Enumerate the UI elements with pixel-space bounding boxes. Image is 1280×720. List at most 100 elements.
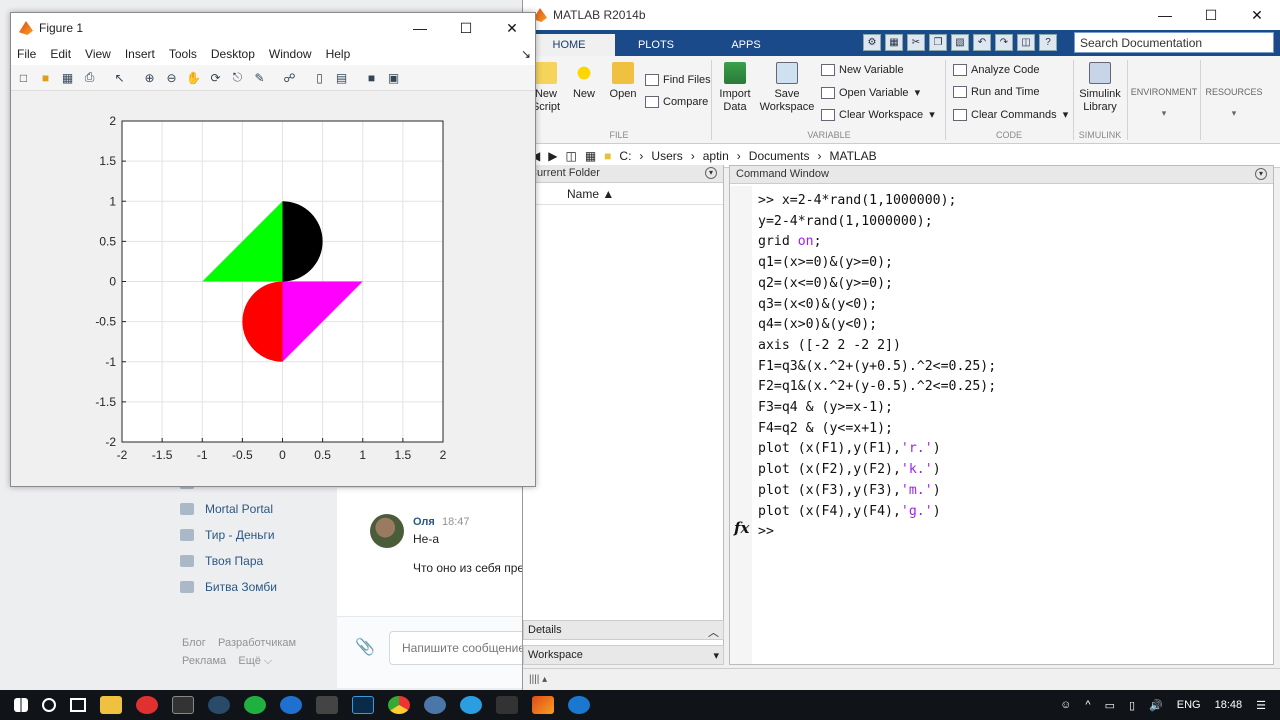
forward-icon[interactable]: ▶ bbox=[548, 149, 557, 163]
pan-icon[interactable]: ✋ bbox=[185, 70, 202, 86]
windows-start-icon[interactable] bbox=[14, 698, 28, 712]
redo-icon[interactable]: ↷ bbox=[995, 34, 1013, 51]
colorbar-icon[interactable]: ▯ bbox=[311, 70, 328, 86]
chevron-down-icon[interactable]: ▾ bbox=[1255, 168, 1267, 180]
close-icon[interactable]: ✕ bbox=[489, 13, 535, 43]
search-documentation-input[interactable]: Search Documentation bbox=[1074, 32, 1274, 53]
tray-chevron-icon[interactable]: ^ bbox=[1085, 699, 1090, 711]
tab-apps[interactable]: APPS bbox=[700, 34, 792, 56]
cut-icon[interactable]: ✂ bbox=[907, 34, 925, 51]
clear-workspace-button[interactable]: Clear Workspace ▾ bbox=[821, 108, 935, 121]
command-window-text[interactable]: >> x=2-4*rand(1,1000000); y=2-4*rand(1,1… bbox=[758, 191, 996, 543]
chevron-up-icon[interactable]: ︿ bbox=[708, 624, 719, 640]
save-icon[interactable]: ▦ bbox=[885, 34, 903, 51]
vk-icon[interactable] bbox=[424, 696, 446, 714]
people-icon[interactable]: ☺ bbox=[1060, 699, 1071, 711]
footer-link-more[interactable]: Ещё ⌵ bbox=[238, 655, 272, 667]
hide-tools-icon[interactable]: ■ bbox=[363, 70, 380, 86]
tab-home[interactable]: HOME bbox=[523, 34, 615, 56]
path-segment[interactable]: aptin bbox=[703, 149, 729, 163]
compare-button[interactable]: Compare bbox=[645, 96, 708, 108]
matlab-taskbar-icon[interactable] bbox=[532, 696, 554, 714]
up-folder-icon[interactable]: ◫ bbox=[565, 149, 576, 163]
battery-icon[interactable]: ▭ bbox=[1105, 699, 1115, 712]
find-files-button[interactable]: Find Files bbox=[645, 74, 711, 86]
copy-icon[interactable]: ❐ bbox=[929, 34, 947, 51]
menu-desktop[interactable]: Desktop bbox=[211, 47, 255, 61]
footer-link-ads[interactable]: Реклама bbox=[182, 655, 226, 667]
network-icon[interactable]: ▯ bbox=[1129, 699, 1135, 712]
paperclip-icon[interactable]: 📎 bbox=[355, 637, 375, 657]
chrome-icon[interactable] bbox=[388, 696, 410, 714]
chevron-down-icon[interactable]: ▾ bbox=[713, 649, 719, 662]
app-green-icon[interactable] bbox=[244, 696, 266, 714]
nav-item-tvoya-para[interactable]: Твоя Пара bbox=[180, 548, 320, 574]
new-figure-icon[interactable]: □ bbox=[15, 70, 32, 86]
open-file-icon[interactable]: ■ bbox=[37, 70, 54, 86]
task-view-icon[interactable] bbox=[70, 698, 86, 712]
clock[interactable]: 18:48 bbox=[1215, 699, 1243, 711]
open-variable-button[interactable]: Open Variable ▾ bbox=[821, 86, 920, 99]
fx-icon[interactable]: fx bbox=[734, 519, 749, 537]
paste-icon[interactable]: ▧ bbox=[951, 34, 969, 51]
save-icon[interactable]: ▦ bbox=[59, 70, 76, 86]
maximize-icon[interactable]: ☐ bbox=[1188, 0, 1234, 30]
message-author[interactable]: Оля bbox=[413, 516, 435, 528]
clear-commands-button[interactable]: Clear Commands ▾ bbox=[953, 108, 1068, 121]
avatar[interactable] bbox=[370, 514, 404, 548]
find-icon[interactable]: ⚙ bbox=[863, 34, 881, 51]
chevron-down-icon[interactable]: ▾ bbox=[705, 167, 717, 179]
edit-plot-icon[interactable]: ↖ bbox=[111, 70, 128, 86]
volume-icon[interactable]: 🔊 bbox=[1149, 699, 1163, 712]
details-panel-header[interactable]: Details ︿ bbox=[523, 620, 724, 640]
path-segment[interactable]: Documents bbox=[749, 149, 810, 163]
menu-file[interactable]: File bbox=[17, 47, 36, 61]
app-blue-icon[interactable] bbox=[280, 696, 302, 714]
workspace-panel-header[interactable]: Workspace ▾ bbox=[523, 645, 724, 665]
link-icon[interactable]: ☍ bbox=[281, 70, 298, 86]
minimize-icon[interactable]: — bbox=[397, 13, 443, 43]
telegram-icon[interactable] bbox=[460, 696, 482, 714]
epic-games-icon[interactable] bbox=[172, 696, 194, 714]
dock-arrow-icon[interactable]: ↘ bbox=[521, 47, 531, 61]
show-tools-icon[interactable]: ▣ bbox=[385, 70, 402, 86]
tab-plots[interactable]: PLOTS bbox=[610, 34, 702, 56]
menu-help[interactable]: Help bbox=[326, 47, 351, 61]
nav-item-bitva-zombi[interactable]: Битва Зомби bbox=[180, 574, 320, 600]
run-and-time-button[interactable]: Run and Time bbox=[953, 86, 1039, 98]
command-prompt[interactable]: >> bbox=[758, 524, 774, 539]
save-workspace-button[interactable]: Save Workspace bbox=[759, 62, 815, 114]
new-button[interactable]: New bbox=[567, 62, 601, 101]
menu-view[interactable]: View bbox=[85, 47, 111, 61]
zoom-out-icon[interactable]: ⊖ bbox=[163, 70, 180, 86]
legend-icon[interactable]: ▤ bbox=[333, 70, 350, 86]
yandex-browser-icon[interactable] bbox=[136, 696, 158, 714]
plot-svg[interactable]: -2 -1.5 -1 -0.5 0 0.5 1 1.5 2 -2 -1.5 -1 -0.5 0 0.5 1 1.… bbox=[11, 92, 535, 486]
app-arrow-icon[interactable] bbox=[496, 696, 518, 714]
name-column-header[interactable]: Name ▲ bbox=[523, 183, 723, 205]
nav-item-tir[interactable]: Тир - Деньги bbox=[180, 522, 320, 548]
close-icon[interactable]: ✕ bbox=[1234, 0, 1280, 30]
print-icon[interactable]: ⎙ bbox=[81, 70, 98, 86]
path-segment[interactable]: MATLAB bbox=[829, 149, 876, 163]
file-explorer-icon[interactable] bbox=[100, 696, 122, 714]
footer-link-blog[interactable]: Блог bbox=[182, 637, 206, 649]
panel-header[interactable]: Command Window ▾ bbox=[730, 166, 1273, 184]
import-data-button[interactable]: Import Data bbox=[715, 62, 755, 114]
resources-button[interactable]: RESOURCES ▾ bbox=[1202, 86, 1266, 120]
footer-link-developers[interactable]: Разработчикам bbox=[218, 637, 296, 649]
nav-item-mortal-portal[interactable]: Mortal Portal bbox=[180, 496, 320, 522]
switch-windows-icon[interactable]: ◫ bbox=[1017, 34, 1035, 51]
language-indicator[interactable]: ENG bbox=[1177, 699, 1201, 711]
browse-folder-icon[interactable]: ▦ bbox=[585, 149, 596, 163]
minimize-icon[interactable]: — bbox=[1142, 0, 1188, 30]
maximize-icon[interactable]: ☐ bbox=[443, 13, 489, 43]
open-button[interactable]: Open bbox=[605, 62, 641, 101]
photoshop-icon[interactable] bbox=[352, 696, 374, 714]
menu-insert[interactable]: Insert bbox=[125, 47, 155, 61]
help-icon[interactable]: ? bbox=[1039, 34, 1057, 51]
menu-tools[interactable]: Tools bbox=[169, 47, 197, 61]
notifications-icon[interactable]: ☰ bbox=[1256, 699, 1266, 712]
undo-icon[interactable]: ↶ bbox=[973, 34, 991, 51]
data-cursor-icon[interactable]: ⎋ bbox=[229, 70, 246, 86]
